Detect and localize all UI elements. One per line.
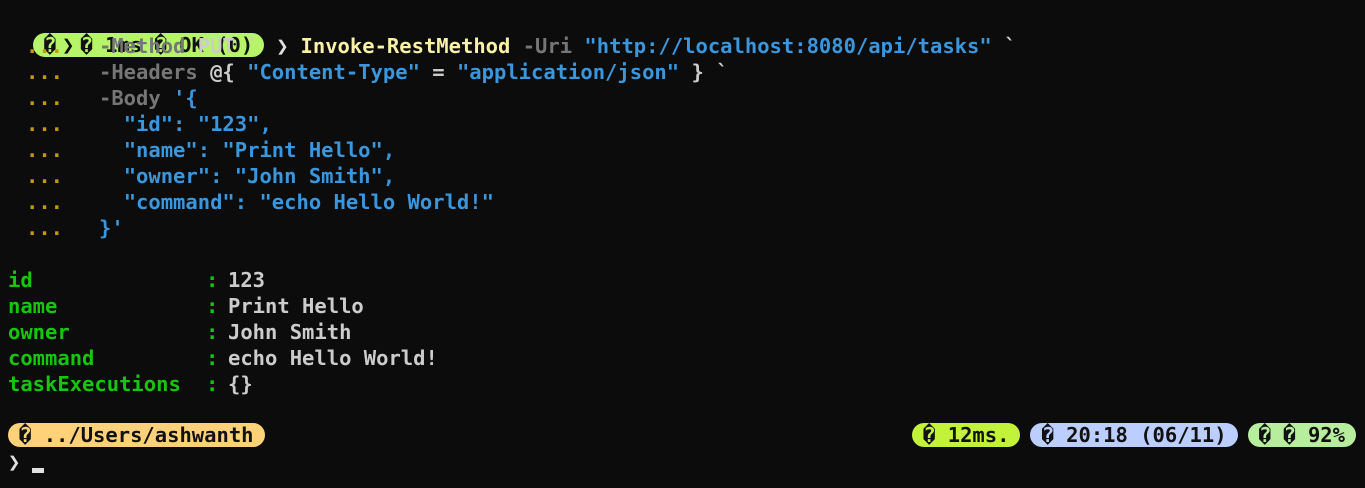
output-key: name xyxy=(8,294,58,318)
headers-param: -Headers xyxy=(99,60,198,84)
path-pill: � ../Users/ashwanth xyxy=(8,423,265,447)
body-line-name: "name": "Print Hello", xyxy=(123,138,396,162)
body-line-id: "id": "123", xyxy=(123,112,272,136)
battery-pill: � � 92% xyxy=(1247,423,1356,447)
output-row: id:123 xyxy=(8,267,265,293)
command-continuation-line: ... }' xyxy=(8,215,124,241)
input-prompt[interactable]: ❯ xyxy=(8,449,45,475)
output-row: owner: John Smith xyxy=(8,319,351,345)
continuation-marker: ... xyxy=(26,216,64,240)
command-continuation-line: ... "name": "Print Hello", xyxy=(8,137,395,163)
output-separator: : xyxy=(206,346,219,370)
line-continuation-backtick: ` xyxy=(716,60,729,84)
continuation-marker: ... xyxy=(26,112,64,136)
clock-pill: � 20:18 (06/11) xyxy=(1030,423,1238,447)
current-path: ../Users/ashwanth xyxy=(43,423,254,447)
folder-icon: � xyxy=(19,423,32,447)
output-value: 123 xyxy=(228,268,266,292)
output-separator: : xyxy=(206,294,219,318)
line-continuation-backtick: ` xyxy=(1004,34,1017,58)
body-line-owner: "owner": "John Smith", xyxy=(123,164,396,188)
uri-value: "http://localhost:8080/api/tasks" xyxy=(584,34,992,58)
line-continuation-backtick: ` xyxy=(247,34,260,58)
exec-time-pill: � 12ms. xyxy=(912,423,1021,447)
continuation-marker: ... xyxy=(26,60,64,84)
method-value: PUT xyxy=(197,34,235,58)
status-right-segments: � 12ms. � 20:18 (06/11) � � 92% xyxy=(902,423,1356,447)
output-row: name: Print Hello xyxy=(8,293,364,319)
output-key: taskExecutions xyxy=(8,372,181,396)
headers-value: "application/json" xyxy=(456,60,680,84)
prompt-caret-icon: ❯ xyxy=(8,450,21,474)
output-separator: : xyxy=(206,268,219,292)
body-param: -Body xyxy=(99,86,161,110)
method-param: -Method xyxy=(99,34,186,58)
path-segment: � ../Users/ashwanth xyxy=(8,423,265,447)
charging-icon: � xyxy=(1283,423,1296,447)
command-name: Invoke-RestMethod xyxy=(300,34,511,58)
output-separator: : xyxy=(206,320,219,344)
battery-icon: � xyxy=(1258,423,1271,447)
headers-equals: = xyxy=(432,60,445,84)
output-row: taskExecutions: {} xyxy=(8,371,253,397)
command-continuation-line: ... "command": "echo Hello World!" xyxy=(8,189,494,215)
text-cursor[interactable] xyxy=(32,468,45,473)
continuation-marker: ... xyxy=(26,138,64,162)
battery-level: 92% xyxy=(1307,423,1345,447)
output-value: echo Hello World! xyxy=(228,346,438,370)
output-value: Print Hello xyxy=(228,294,364,318)
uri-param: -Uri xyxy=(522,34,573,58)
continuation-marker: ... xyxy=(26,86,64,110)
body-line-command: "command": "echo Hello World!" xyxy=(123,190,494,214)
command-continuation-line: ... -Method PUT ` xyxy=(8,33,259,59)
command-continuation-line: ... -Headers @{ "Content-Type" = "applica… xyxy=(8,59,729,85)
output-key: id xyxy=(8,268,33,292)
command-continuation-line: ... "id": "123", xyxy=(8,111,272,137)
clock-icon: � xyxy=(1041,423,1054,447)
prompt-line: � ❯ � 1ms � OK (0) ❯ Invoke-RestMethod -Uri … xyxy=(8,7,1016,58)
output-value: John Smith xyxy=(228,320,352,344)
clock-time: 20:18 (06/11) xyxy=(1066,423,1227,447)
command-continuation-line: ... "owner": "John Smith", xyxy=(8,163,395,189)
output-key: command xyxy=(8,346,95,370)
output-key: owner xyxy=(8,320,70,344)
body-open: '{ xyxy=(173,86,198,110)
continuation-marker: ... xyxy=(26,190,64,214)
command-continuation-line: ... -Body '{ xyxy=(8,85,198,111)
headers-key: "Content-Type" xyxy=(247,60,420,84)
output-row: command: echo Hello World! xyxy=(8,345,438,371)
continuation-marker: ... xyxy=(26,164,64,188)
output-value: {} xyxy=(228,372,253,396)
body-close: }' xyxy=(99,216,124,240)
continuation-marker: ... xyxy=(26,34,64,58)
output-separator: : xyxy=(206,372,219,396)
stopwatch-icon: � xyxy=(923,423,936,447)
headers-open: @{ xyxy=(210,60,235,84)
headers-close: } xyxy=(691,60,704,84)
prompt-caret-icon: ❯ xyxy=(276,34,289,58)
exec-time: 12ms. xyxy=(947,423,1010,447)
